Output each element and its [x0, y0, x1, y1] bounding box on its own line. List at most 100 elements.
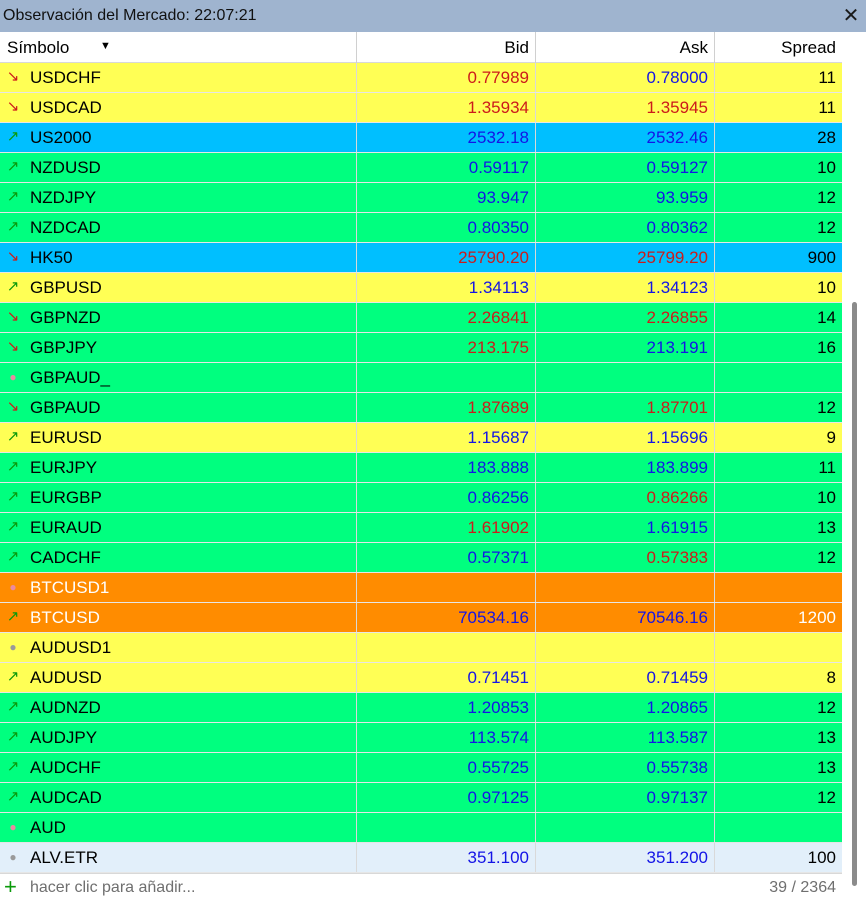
- table-row[interactable]: ↗ NZDCAD 0.80350 0.80362 12: [0, 213, 842, 243]
- bid-value: 25790.20: [458, 247, 529, 267]
- symbol-cell: ● AUD: [0, 813, 357, 842]
- spread-cell: 12: [715, 543, 842, 572]
- spread-value: 8: [826, 667, 836, 687]
- bid-value: 0.71451: [467, 667, 529, 687]
- bid-cell: 213.175: [357, 333, 536, 362]
- table-row[interactable]: ↗ EURGBP 0.86256 0.86266 10: [0, 483, 842, 513]
- ask-cell: [536, 813, 715, 842]
- spread-value: 13: [817, 517, 836, 537]
- vertical-scrollbar[interactable]: [842, 32, 866, 901]
- table-row[interactable]: ↗ AUDCAD 0.97125 0.97137 12: [0, 783, 842, 813]
- symbol-cell: ↗ US2000: [0, 123, 357, 152]
- trend-down-icon: ↘: [6, 248, 20, 265]
- ask-value: 0.80362: [646, 217, 708, 237]
- symbol-cell: ↗ NZDJPY: [0, 183, 357, 212]
- status-dot-icon: ●: [9, 820, 17, 834]
- trend-up-icon: ↗: [6, 788, 20, 805]
- ask-cell: 70546.16: [536, 603, 715, 632]
- spread-cell: 13: [715, 723, 842, 752]
- spread-cell: 900: [715, 243, 842, 272]
- spread-value: 12: [817, 217, 836, 237]
- table-row[interactable]: ↗ NZDUSD 0.59117 0.59127 10: [0, 153, 842, 183]
- spread-cell: 100: [715, 843, 842, 872]
- table-row[interactable]: ↗ US2000 2532.18 2532.46 28: [0, 123, 842, 153]
- symbol-cell: ↘ GBPJPY: [0, 333, 357, 362]
- symbol-list: ↘ USDCHF 0.77989 0.78000 11 ↘ USDCAD 1.35934 1.3…: [0, 63, 842, 873]
- bid-cell: 2532.18: [357, 123, 536, 152]
- ask-value: 0.86266: [646, 487, 708, 507]
- spread-value: 12: [817, 697, 836, 717]
- spread-value: 28: [817, 127, 836, 147]
- table-row[interactable]: ↗ AUDNZD 1.20853 1.20865 12: [0, 693, 842, 723]
- ask-cell: 1.35945: [536, 93, 715, 122]
- bid-cell: 0.59117: [357, 153, 536, 182]
- add-symbol-icon[interactable]: +: [4, 875, 17, 899]
- ask-cell: 0.59127: [536, 153, 715, 182]
- table-row[interactable]: ↘ GBPAUD 1.87689 1.87701 12: [0, 393, 842, 423]
- table-row[interactable]: ↗ AUDJPY 113.574 113.587 13: [0, 723, 842, 753]
- spread-value: 10: [817, 157, 836, 177]
- column-header-symbol[interactable]: Símbolo ▼: [0, 32, 357, 63]
- table-row[interactable]: ● AUDUSD1: [0, 633, 842, 663]
- bid-cell: [357, 363, 536, 392]
- symbol-name: ALV.ETR: [30, 847, 99, 867]
- symbol-cell: ↗ GBPUSD: [0, 273, 357, 302]
- ask-cell: [536, 633, 715, 662]
- symbol-name: NZDUSD: [30, 157, 101, 177]
- table-row[interactable]: ● AUD: [0, 813, 842, 843]
- spread-value: 12: [817, 787, 836, 807]
- table-row[interactable]: ↗ CADCHF 0.57371 0.57383 12: [0, 543, 842, 573]
- bid-cell: 1.20853: [357, 693, 536, 722]
- symbol-name: AUD: [30, 817, 66, 837]
- table-row[interactable]: ↗ EURJPY 183.888 183.899 11: [0, 453, 842, 483]
- spread-value: 11: [818, 67, 836, 87]
- table-row[interactable]: ↗ EURAUD 1.61902 1.61915 13: [0, 513, 842, 543]
- table-row[interactable]: ↘ USDCAD 1.35934 1.35945 11: [0, 93, 842, 123]
- symbol-cell: ↗ AUDCHF: [0, 753, 357, 782]
- ask-cell: 2532.46: [536, 123, 715, 152]
- table-row[interactable]: ↘ HK50 25790.20 25799.20 900: [0, 243, 842, 273]
- trend-up-icon: ↗: [6, 458, 20, 475]
- table-row[interactable]: ↗ BTCUSD 70534.16 70546.16 1200: [0, 603, 842, 633]
- sort-down-icon[interactable]: ▼: [100, 40, 111, 52]
- ask-value: 1.61915: [646, 517, 708, 537]
- bid-cell: 0.97125: [357, 783, 536, 812]
- column-header-spread[interactable]: Spread: [715, 32, 842, 63]
- trend-up-icon: ↗: [6, 728, 20, 745]
- column-header-bid[interactable]: Bid: [357, 32, 536, 63]
- spread-cell: [715, 363, 842, 392]
- table-row[interactable]: ↗ AUDCHF 0.55725 0.55738 13: [0, 753, 842, 783]
- trend-up-icon: ↗: [6, 428, 20, 445]
- bid-cell: 93.947: [357, 183, 536, 212]
- table-row[interactable]: ↘ GBPNZD 2.26841 2.26855 14: [0, 303, 842, 333]
- bid-value: 0.55725: [467, 757, 529, 777]
- bid-value: 1.20853: [467, 697, 529, 717]
- table-row[interactable]: ↘ GBPJPY 213.175 213.191 16: [0, 333, 842, 363]
- ask-value: 1.35945: [646, 97, 708, 117]
- status-dot-icon: ●: [9, 640, 17, 654]
- table-row[interactable]: ↗ GBPUSD 1.34113 1.34123 10: [0, 273, 842, 303]
- table-row[interactable]: ↗ EURUSD 1.15687 1.15696 9: [0, 423, 842, 453]
- bid-value: 113.574: [468, 727, 529, 747]
- table-row[interactable]: ● ALV.ETR 351.100 351.200 100: [0, 843, 842, 873]
- symbol-cell: ↗ CADCHF: [0, 543, 357, 572]
- scrollbar-thumb[interactable]: [852, 302, 857, 886]
- column-header-ask-label: Ask: [679, 37, 708, 57]
- close-icon[interactable]: ✕: [840, 3, 862, 27]
- add-symbol-link[interactable]: hacer clic para añadir...: [30, 879, 195, 897]
- table-row[interactable]: ↗ NZDJPY 93.947 93.959 12: [0, 183, 842, 213]
- ask-cell: 0.80362: [536, 213, 715, 242]
- table-row[interactable]: ↘ USDCHF 0.77989 0.78000 11: [0, 63, 842, 93]
- symbol-cell: ↗ EURJPY: [0, 453, 357, 482]
- bid-value: 0.80350: [467, 217, 529, 237]
- symbol-cell: ↘ GBPNZD: [0, 303, 357, 332]
- ask-cell: 0.78000: [536, 63, 715, 92]
- table-row[interactable]: ↗ AUDUSD 0.71451 0.71459 8: [0, 663, 842, 693]
- column-header-ask[interactable]: Ask: [536, 32, 715, 63]
- bid-cell: 2.26841: [357, 303, 536, 332]
- trend-up-icon: ↗: [6, 548, 20, 565]
- table-row[interactable]: ● BTCUSD1: [0, 573, 842, 603]
- spread-value: 13: [817, 757, 836, 777]
- table-row[interactable]: ● GBPAUD_: [0, 363, 842, 393]
- symbol-cell: ↗ EURAUD: [0, 513, 357, 542]
